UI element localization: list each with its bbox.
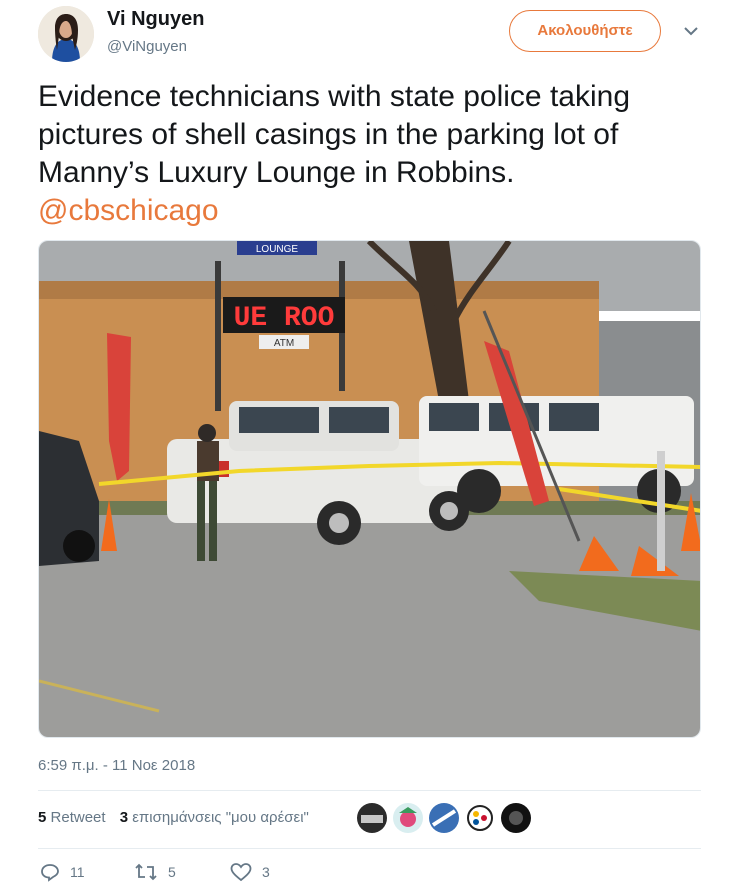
retweet-label: Retweet [50,809,106,826]
tweet-timestamp[interactable]: 6:59 π.μ. - 11 Νοε 2018 [38,757,195,774]
tweet-stats: 5 Retweet 3 επισημάνσεις "μου αρέσει" [38,809,319,826]
author-avatar[interactable] [38,6,94,62]
author-name[interactable]: Vi Nguyen [107,8,204,31]
retweet-stat[interactable]: 5 Retweet [38,809,106,826]
mention-link[interactable]: @cbschicago [38,192,698,230]
tweet-body: Evidence technicians with state police t… [38,80,631,189]
tweet-text: Evidence technicians with state police t… [38,78,698,230]
user-avatar-icon [501,803,531,833]
likes-label: επισημάνσεις "μου αρέσει" [132,809,309,826]
retweet-icon [135,863,157,881]
chevron-down-icon[interactable] [682,22,700,40]
author-handle[interactable]: @ViNguyen [107,38,187,55]
top-sign-text: LOUNGE [256,244,299,255]
like-action-count: 3 [262,864,270,880]
like-button[interactable]: 3 [230,862,270,882]
liker-avatar[interactable] [501,803,531,833]
profile-photo-icon [38,6,94,62]
divider [38,848,701,849]
reply-count: 11 [70,864,85,880]
liker-avatar[interactable] [393,803,423,833]
liker-avatar[interactable] [429,803,459,833]
user-avatar-icon [393,803,423,833]
heart-icon [230,863,252,882]
steelers-logo-icon [465,803,495,833]
user-avatar-icon [357,803,387,833]
retweet-button[interactable]: 5 [134,862,176,882]
led-sign-text: UE ROO [234,303,335,334]
atm-sign-text: ATM [274,338,294,349]
tweet-actions: 11 5 3 [38,862,701,890]
tweet-photo[interactable]: LOUNGE UE ROO ATM [38,240,701,738]
reply-button[interactable]: 11 [40,862,85,882]
reply-icon [41,864,59,882]
follow-button[interactable]: Ακολουθήστε [509,10,661,52]
user-avatar-icon [429,803,459,833]
likes-count: 3 [119,809,129,826]
divider [38,790,701,791]
liker-avatar[interactable] [465,803,495,833]
likes-stat[interactable]: 3 επισημάνσεις "μου αρέσει" [120,809,309,826]
liker-avatar[interactable] [357,803,387,833]
crime-scene-photo: LOUNGE UE ROO ATM [39,241,700,737]
retweet-action-count: 5 [168,864,176,880]
retweet-count: 5 [38,809,47,826]
